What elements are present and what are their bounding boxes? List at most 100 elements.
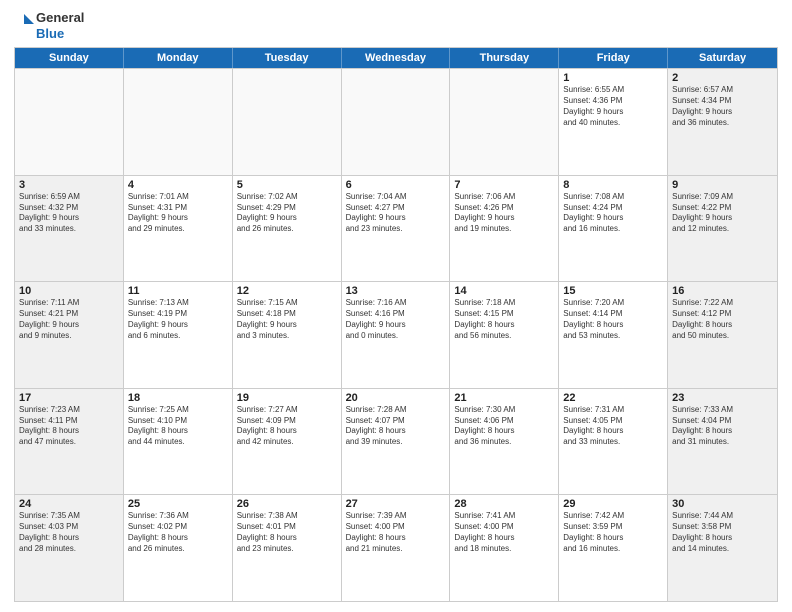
day-number: 25 [128,498,228,510]
day-number: 6 [346,179,446,191]
cell-info: Sunrise: 7:31 AM Sunset: 4:05 PM Dayligh… [563,405,663,448]
cell-info: Sunrise: 7:04 AM Sunset: 4:27 PM Dayligh… [346,192,446,235]
day-number: 3 [19,179,119,191]
cell-info: Sunrise: 7:02 AM Sunset: 4:29 PM Dayligh… [237,192,337,235]
calendar-header: SundayMondayTuesdayWednesdayThursdayFrid… [15,48,777,68]
cell-info: Sunrise: 7:18 AM Sunset: 4:15 PM Dayligh… [454,298,554,341]
cell-info: Sunrise: 7:08 AM Sunset: 4:24 PM Dayligh… [563,192,663,235]
cell-info: Sunrise: 7:09 AM Sunset: 4:22 PM Dayligh… [672,192,773,235]
header-day-sunday: Sunday [15,48,124,68]
day-number: 24 [19,498,119,510]
cal-cell-3: 3Sunrise: 6:59 AM Sunset: 4:32 PM Daylig… [15,176,124,282]
cell-info: Sunrise: 7:22 AM Sunset: 4:12 PM Dayligh… [672,298,773,341]
header-day-thursday: Thursday [450,48,559,68]
cal-cell-empty-0-2 [233,69,342,175]
cal-cell-15: 15Sunrise: 7:20 AM Sunset: 4:14 PM Dayli… [559,282,668,388]
cal-week-2: 10Sunrise: 7:11 AM Sunset: 4:21 PM Dayli… [15,281,777,388]
cell-info: Sunrise: 7:16 AM Sunset: 4:16 PM Dayligh… [346,298,446,341]
cal-week-3: 17Sunrise: 7:23 AM Sunset: 4:11 PM Dayli… [15,388,777,495]
cal-week-1: 3Sunrise: 6:59 AM Sunset: 4:32 PM Daylig… [15,175,777,282]
day-number: 16 [672,285,773,297]
cal-cell-24: 24Sunrise: 7:35 AM Sunset: 4:03 PM Dayli… [15,495,124,601]
cal-cell-30: 30Sunrise: 7:44 AM Sunset: 3:58 PM Dayli… [668,495,777,601]
day-number: 8 [563,179,663,191]
calendar: SundayMondayTuesdayWednesdayThursdayFrid… [14,47,778,602]
day-number: 22 [563,392,663,404]
cell-info: Sunrise: 6:55 AM Sunset: 4:36 PM Dayligh… [563,85,663,128]
day-number: 2 [672,72,773,84]
header-day-friday: Friday [559,48,668,68]
cell-info: Sunrise: 6:59 AM Sunset: 4:32 PM Dayligh… [19,192,119,235]
cal-cell-20: 20Sunrise: 7:28 AM Sunset: 4:07 PM Dayli… [342,389,451,495]
cal-cell-empty-0-1 [124,69,233,175]
cal-cell-5: 5Sunrise: 7:02 AM Sunset: 4:29 PM Daylig… [233,176,342,282]
cal-cell-empty-0-3 [342,69,451,175]
cal-cell-21: 21Sunrise: 7:30 AM Sunset: 4:06 PM Dayli… [450,389,559,495]
cell-info: Sunrise: 7:01 AM Sunset: 4:31 PM Dayligh… [128,192,228,235]
header-day-saturday: Saturday [668,48,777,68]
cal-cell-2: 2Sunrise: 6:57 AM Sunset: 4:34 PM Daylig… [668,69,777,175]
header-day-monday: Monday [124,48,233,68]
cal-cell-25: 25Sunrise: 7:36 AM Sunset: 4:02 PM Dayli… [124,495,233,601]
cell-info: Sunrise: 7:33 AM Sunset: 4:04 PM Dayligh… [672,405,773,448]
calendar-body: 1Sunrise: 6:55 AM Sunset: 4:36 PM Daylig… [15,68,777,601]
day-number: 28 [454,498,554,510]
day-number: 7 [454,179,554,191]
cal-cell-8: 8Sunrise: 7:08 AM Sunset: 4:24 PM Daylig… [559,176,668,282]
day-number: 30 [672,498,773,510]
cal-week-4: 24Sunrise: 7:35 AM Sunset: 4:03 PM Dayli… [15,494,777,601]
cal-cell-29: 29Sunrise: 7:42 AM Sunset: 3:59 PM Dayli… [559,495,668,601]
logo-container: General Blue [14,10,84,41]
cal-cell-18: 18Sunrise: 7:25 AM Sunset: 4:10 PM Dayli… [124,389,233,495]
cal-cell-23: 23Sunrise: 7:33 AM Sunset: 4:04 PM Dayli… [668,389,777,495]
cell-info: Sunrise: 7:41 AM Sunset: 4:00 PM Dayligh… [454,511,554,554]
day-number: 20 [346,392,446,404]
day-number: 21 [454,392,554,404]
day-number: 5 [237,179,337,191]
cell-info: Sunrise: 7:28 AM Sunset: 4:07 PM Dayligh… [346,405,446,448]
day-number: 1 [563,72,663,84]
day-number: 12 [237,285,337,297]
logo-triangle-icon [14,12,34,40]
day-number: 27 [346,498,446,510]
cal-cell-6: 6Sunrise: 7:04 AM Sunset: 4:27 PM Daylig… [342,176,451,282]
day-number: 23 [672,392,773,404]
cal-cell-26: 26Sunrise: 7:38 AM Sunset: 4:01 PM Dayli… [233,495,342,601]
cal-cell-7: 7Sunrise: 7:06 AM Sunset: 4:26 PM Daylig… [450,176,559,282]
day-number: 9 [672,179,773,191]
cell-info: Sunrise: 7:38 AM Sunset: 4:01 PM Dayligh… [237,511,337,554]
cell-info: Sunrise: 7:30 AM Sunset: 4:06 PM Dayligh… [454,405,554,448]
day-number: 11 [128,285,228,297]
cell-info: Sunrise: 7:15 AM Sunset: 4:18 PM Dayligh… [237,298,337,341]
cell-info: Sunrise: 7:39 AM Sunset: 4:00 PM Dayligh… [346,511,446,554]
logo-general-text: General [36,10,84,26]
cell-info: Sunrise: 7:42 AM Sunset: 3:59 PM Dayligh… [563,511,663,554]
day-number: 19 [237,392,337,404]
cell-info: Sunrise: 6:57 AM Sunset: 4:34 PM Dayligh… [672,85,773,128]
day-number: 17 [19,392,119,404]
day-number: 13 [346,285,446,297]
cal-cell-empty-0-0 [15,69,124,175]
day-number: 14 [454,285,554,297]
cal-cell-13: 13Sunrise: 7:16 AM Sunset: 4:16 PM Dayli… [342,282,451,388]
cal-cell-10: 10Sunrise: 7:11 AM Sunset: 4:21 PM Dayli… [15,282,124,388]
cell-info: Sunrise: 7:20 AM Sunset: 4:14 PM Dayligh… [563,298,663,341]
logo-blue-text: Blue [36,26,84,42]
cell-info: Sunrise: 7:25 AM Sunset: 4:10 PM Dayligh… [128,405,228,448]
cell-info: Sunrise: 7:27 AM Sunset: 4:09 PM Dayligh… [237,405,337,448]
cal-week-0: 1Sunrise: 6:55 AM Sunset: 4:36 PM Daylig… [15,68,777,175]
cell-info: Sunrise: 7:23 AM Sunset: 4:11 PM Dayligh… [19,405,119,448]
cell-info: Sunrise: 7:06 AM Sunset: 4:26 PM Dayligh… [454,192,554,235]
day-number: 15 [563,285,663,297]
cell-info: Sunrise: 7:35 AM Sunset: 4:03 PM Dayligh… [19,511,119,554]
cal-cell-28: 28Sunrise: 7:41 AM Sunset: 4:00 PM Dayli… [450,495,559,601]
day-number: 26 [237,498,337,510]
cell-info: Sunrise: 7:44 AM Sunset: 3:58 PM Dayligh… [672,511,773,554]
cal-cell-empty-0-4 [450,69,559,175]
cell-info: Sunrise: 7:11 AM Sunset: 4:21 PM Dayligh… [19,298,119,341]
cal-cell-1: 1Sunrise: 6:55 AM Sunset: 4:36 PM Daylig… [559,69,668,175]
header-day-tuesday: Tuesday [233,48,342,68]
day-number: 10 [19,285,119,297]
day-number: 4 [128,179,228,191]
header-day-wednesday: Wednesday [342,48,451,68]
